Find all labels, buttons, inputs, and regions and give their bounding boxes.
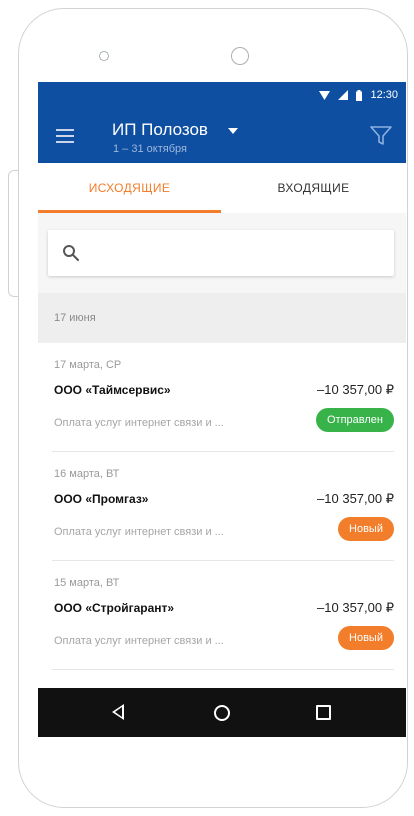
tabs-bar: ИСХОДЯЩИЕ ВХОДЯЩИЕ [38, 163, 406, 213]
wifi-icon [319, 90, 331, 100]
item-date: 15 марта, ВТ [54, 577, 120, 589]
search-box[interactable] [48, 230, 394, 276]
camera-icon [231, 47, 249, 65]
page-title[interactable]: ИП Полозов [112, 120, 208, 140]
search-input[interactable] [90, 240, 384, 268]
chevron-down-icon[interactable] [228, 128, 238, 134]
item-company: ООО «Стройгарант» [54, 601, 175, 615]
status-time: 12:30 [370, 89, 398, 101]
tab-outgoing[interactable]: ИСХОДЯЩИЕ [38, 163, 221, 213]
search-area [38, 213, 406, 293]
item-description: Оплата услуг интернет связи и ... [54, 417, 224, 429]
item-description: Оплата услуг интернет связи и ... [54, 635, 224, 647]
battery-icon [356, 89, 363, 101]
app-bar: ИП Полозов 1 – 31 октября [38, 108, 406, 163]
item-amount: –10 357,00 ₽ [317, 382, 394, 397]
list-item[interactable]: 15 марта, ВТ ООО «Стройгарант» –10 357,0… [52, 561, 394, 670]
date-group-header: 17 июня [38, 293, 406, 343]
home-icon[interactable] [214, 705, 230, 721]
recent-apps-icon[interactable] [316, 705, 331, 720]
signal-icon [338, 90, 349, 100]
filter-icon[interactable] [370, 126, 392, 146]
period-subtitle: 1 – 31 октября [113, 143, 187, 155]
status-badge: Отправлен [316, 408, 394, 432]
menu-icon[interactable] [56, 129, 74, 143]
payments-list: 17 марта, СР ООО «Таймсервис» –10 357,00… [38, 343, 406, 670]
item-company: ООО «Таймсервис» [54, 383, 171, 397]
item-company: ООО «Промгаз» [54, 492, 149, 506]
item-date: 16 марта, ВТ [54, 468, 120, 480]
item-date: 17 марта, СР [54, 359, 122, 371]
search-icon [63, 245, 79, 261]
tab-incoming[interactable]: ВХОДЯЩИЕ [221, 163, 406, 213]
status-badge: Новый [338, 626, 394, 650]
app-screen: 12:30 ИП Полозов 1 – 31 октября ИСХОДЯЩИ… [38, 82, 406, 737]
item-amount: –10 357,00 ₽ [317, 600, 394, 615]
item-amount: –10 357,00 ₽ [317, 491, 394, 506]
status-bar: 12:30 [38, 82, 406, 108]
list-item[interactable]: 17 марта, СР ООО «Таймсервис» –10 357,00… [52, 343, 394, 452]
speaker-icon [99, 51, 109, 61]
item-description: Оплата услуг интернет связи и ... [54, 526, 224, 538]
system-nav-bar [38, 688, 406, 737]
status-badge: Новый [338, 517, 394, 541]
list-item[interactable]: 16 марта, ВТ ООО «Промгаз» –10 357,00 ₽ … [52, 452, 394, 561]
